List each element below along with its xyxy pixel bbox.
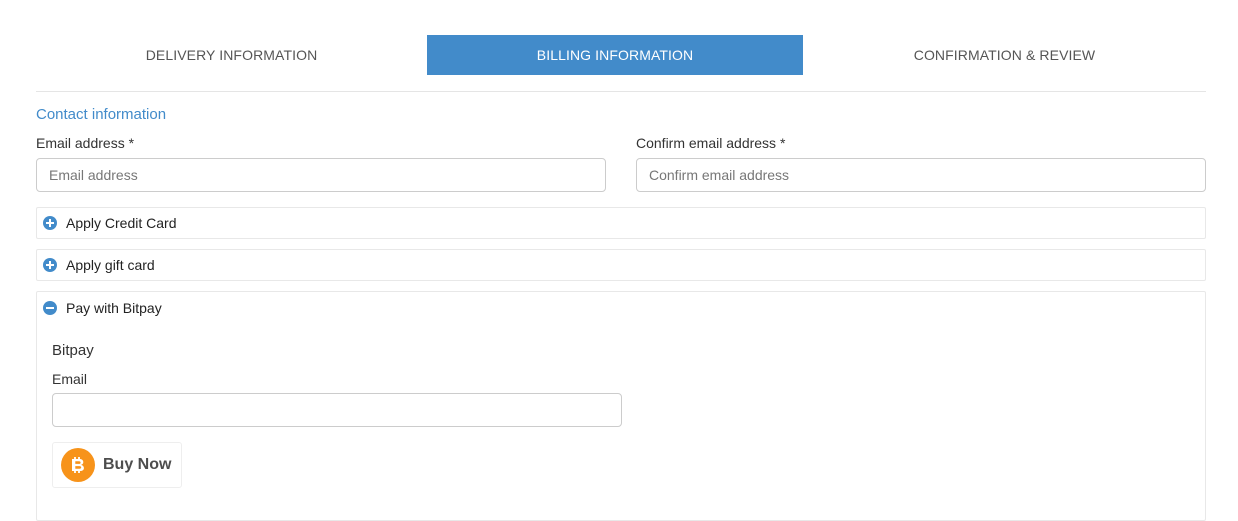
buy-now-label: Buy Now [103,456,172,473]
email-input[interactable] [36,158,606,192]
step-label: BILLING INFORMATION [536,47,694,63]
step-billing-information[interactable]: BILLING INFORMATION [427,35,803,75]
panel-label: Apply gift card [66,257,155,273]
panel-label: Pay with Bitpay [66,300,162,316]
plus-circle-icon [43,216,57,230]
step-confirmation-review[interactable]: CONFIRMATION & REVIEW [803,35,1206,75]
bitcoin-icon [61,448,95,482]
minus-circle-icon [43,301,57,315]
panel-toggle-apply-gift-card[interactable]: Apply gift card [37,250,155,280]
bitpay-email-label: Email [52,371,88,387]
contact-information-heading: Contact information [36,106,167,123]
panel-apply-gift-card: Apply gift card [36,249,1206,281]
steps-divider [36,91,1206,92]
panel-label: Apply Credit Card [66,215,177,231]
panel-pay-with-bitpay: Pay with Bitpay Bitpay Email Buy Now [36,291,1206,521]
email-label: Email address * [36,135,135,151]
step-label: DELIVERY INFORMATION [145,47,318,63]
step-label: CONFIRMATION & REVIEW [913,47,1096,63]
checkout-steps: DELIVERY INFORMATION BILLING INFORMATION… [36,35,1206,75]
step-delivery-information[interactable]: DELIVERY INFORMATION [36,35,427,75]
panel-apply-credit-card: Apply Credit Card [36,207,1206,239]
plus-circle-icon [43,258,57,272]
bitpay-email-input[interactable] [52,393,622,427]
panel-toggle-apply-credit-card[interactable]: Apply Credit Card [37,208,177,238]
buy-now-button[interactable]: Buy Now [52,442,182,488]
confirm-email-input[interactable] [636,158,1206,192]
bitpay-heading: Bitpay [52,342,94,359]
confirm-email-label: Confirm email address * [636,135,786,151]
panel-toggle-pay-with-bitpay[interactable]: Pay with Bitpay [37,293,162,323]
